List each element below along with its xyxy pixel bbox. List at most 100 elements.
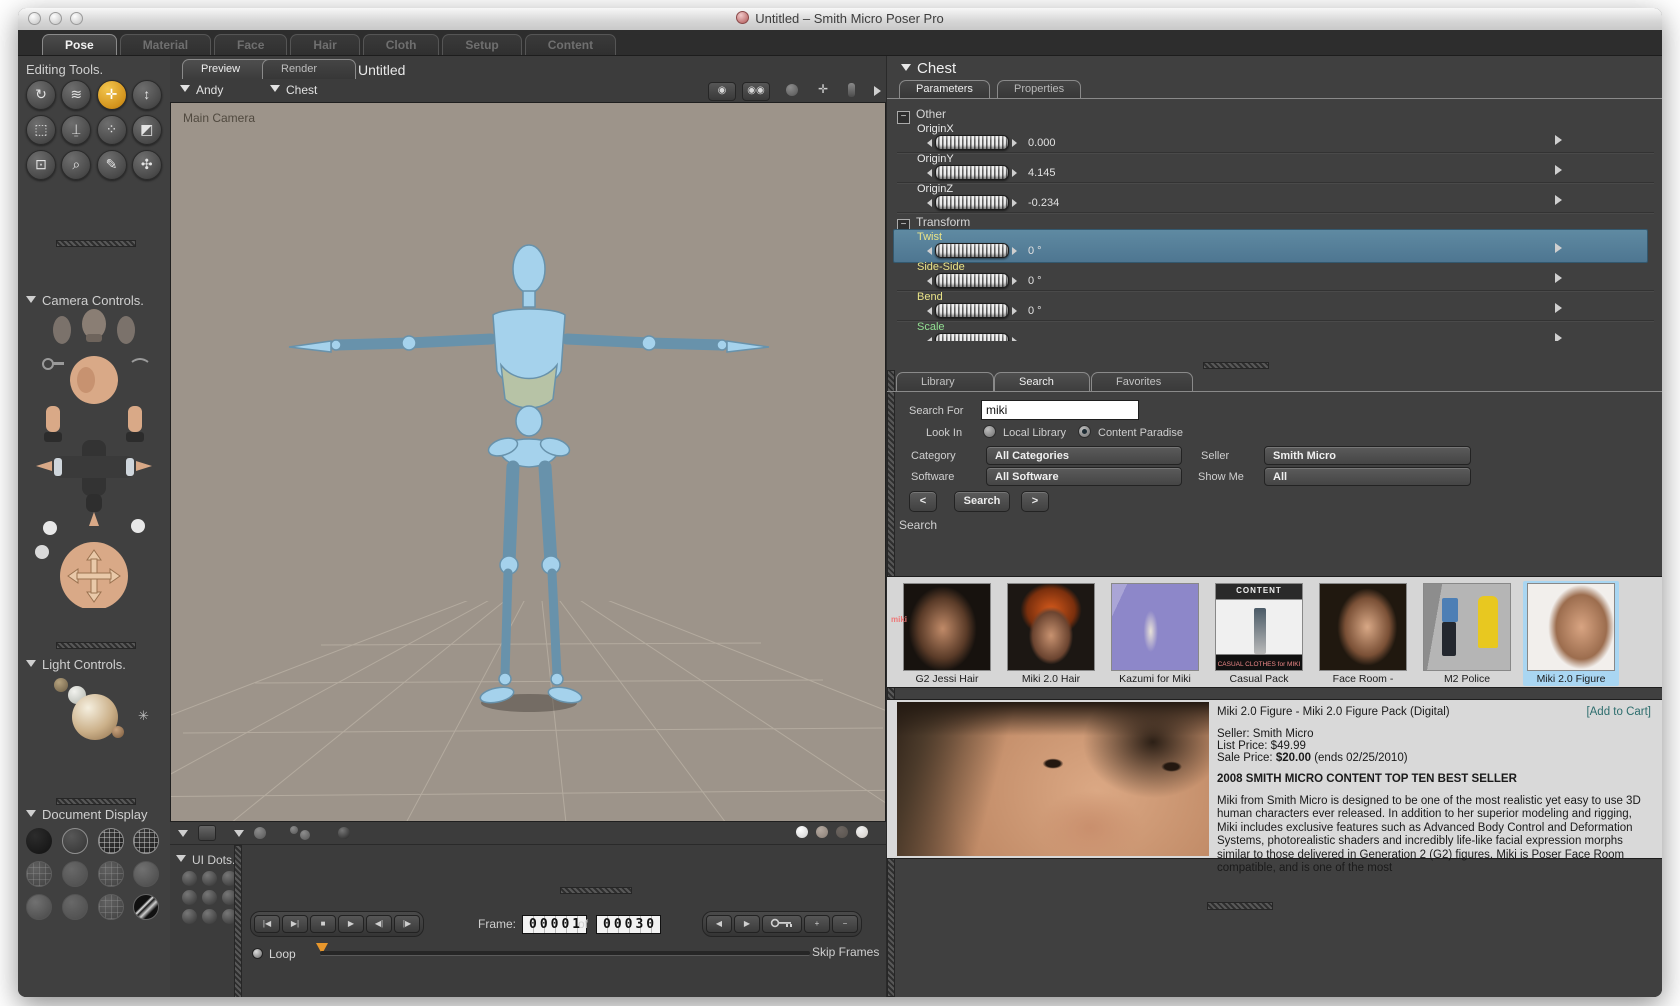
param-menu-arrow-icon[interactable] [1555, 135, 1562, 145]
stop-button[interactable]: ■ [310, 915, 336, 933]
param-menu-arrow-icon[interactable] [1555, 243, 1562, 253]
grouping-tool-button[interactable]: ✎ [96, 150, 127, 180]
result-g2-jessi-hair[interactable]: G2 Jessi Hair [899, 581, 995, 686]
param-menu-arrow-icon[interactable] [1555, 303, 1562, 313]
collapse-triangle-icon[interactable] [26, 660, 36, 667]
tab-face[interactable]: Face [214, 34, 288, 55]
camera-dot-1[interactable] [796, 826, 808, 838]
tab-search[interactable]: Search [994, 372, 1090, 391]
light-ball[interactable] [72, 694, 118, 740]
sun-icon[interactable]: ✳ [138, 708, 149, 724]
step-forward-button[interactable]: |▶ [394, 915, 420, 933]
group-other[interactable]: − Other [897, 107, 946, 124]
direct-manipulation-tool-button[interactable]: ✣ [131, 150, 162, 180]
param-label[interactable]: Side-Side [917, 261, 965, 273]
collapse-box-icon[interactable]: − [897, 111, 910, 124]
tab-content[interactable]: Content [524, 34, 617, 55]
prev-key-button[interactable]: ◀ [706, 915, 732, 933]
multi-ball-icon[interactable] [290, 826, 310, 840]
ui-dot[interactable] [202, 909, 217, 924]
display-lit-wireframe-button[interactable] [26, 861, 52, 887]
light-indicator[interactable] [54, 678, 68, 692]
tab-setup[interactable]: Setup [442, 34, 522, 55]
display-smooth-lined-button[interactable] [61, 894, 88, 920]
light-controls[interactable]: ✳ [50, 668, 160, 740]
timeline-track[interactable] [320, 951, 810, 956]
next-key-button[interactable]: ▶ [734, 915, 760, 933]
tab-hair[interactable]: Hair [290, 34, 360, 55]
figure-capsule-icon[interactable] [848, 83, 855, 97]
collapse-triangle-icon[interactable] [176, 855, 186, 862]
collapse-triangle-icon[interactable] [26, 296, 36, 303]
delete-key-button[interactable]: − [832, 915, 858, 933]
result-casual-pack[interactable]: CONTENT CASUAL CLOTHES for MIKI Casual P… [1211, 581, 1307, 686]
add-key-button[interactable]: + [804, 915, 830, 933]
tab-cloth[interactable]: Cloth [362, 34, 440, 55]
param-menu-arrow-icon[interactable] [1555, 333, 1562, 341]
display-flat-lined-button[interactable] [97, 861, 124, 887]
content-paradise-label[interactable]: Content Paradise [1098, 427, 1183, 439]
param-label[interactable]: OriginY [917, 153, 954, 165]
pane-icon[interactable] [198, 825, 216, 841]
local-library-label[interactable]: Local Library [1003, 427, 1066, 439]
tab-favorites[interactable]: Favorites [1091, 372, 1193, 391]
tab-pose[interactable]: Pose [42, 34, 117, 55]
content-paradise-radio[interactable] [1078, 425, 1091, 438]
actor-header[interactable]: Chest [901, 60, 956, 78]
camera-controls-graphic[interactable] [28, 308, 160, 608]
morph-tool-button[interactable]: ⁘ [96, 115, 127, 145]
param-dial-sideside[interactable]: 0 ° [927, 273, 1042, 288]
camera-dot-3[interactable] [836, 826, 848, 838]
camera-controls[interactable] [28, 308, 160, 608]
display-outline-button[interactable] [61, 828, 88, 854]
translate-pull-tool-button[interactable]: ✛ [96, 80, 127, 110]
search-button[interactable]: Search [954, 491, 1010, 512]
param-menu-arrow-icon[interactable] [1555, 165, 1562, 175]
local-library-radio[interactable] [983, 425, 996, 438]
ui-dot[interactable] [202, 890, 217, 905]
param-dial-originy[interactable]: 4.145 [927, 165, 1056, 180]
tab-render[interactable]: Render [262, 59, 356, 79]
param-label[interactable]: OriginZ [917, 183, 953, 195]
light-indicator[interactable] [112, 726, 124, 738]
display-wireframe-button[interactable] [97, 828, 124, 854]
tab-library[interactable]: Library [896, 372, 994, 391]
camera-dot-2[interactable] [816, 826, 828, 838]
sphere-icon[interactable] [786, 84, 798, 96]
title-bar[interactable]: Untitled – Smith Micro Poser Pro [18, 8, 1662, 31]
display-texture-button[interactable] [133, 894, 160, 920]
add-to-cart-link[interactable]: [Add to Cart] [1586, 706, 1651, 718]
camera-name-label[interactable]: Main Camera [183, 111, 255, 125]
display-flat-shaded-button[interactable] [61, 861, 88, 887]
display-cartoon-button[interactable] [133, 861, 160, 887]
seller-dropdown[interactable]: Smith Micro [1264, 446, 1471, 465]
chain-break-tool-button[interactable]: ⊡ [26, 150, 56, 180]
crosshair-icon[interactable]: ✛ [818, 82, 828, 96]
last-frame-button[interactable]: ▶| [282, 915, 308, 933]
result-kazumi-for-miki[interactable]: Kazumi for Miki [1107, 581, 1203, 686]
param-menu-arrow-icon[interactable] [1555, 273, 1562, 283]
software-dropdown[interactable]: All Software [986, 467, 1182, 486]
dropdown-triangle-icon[interactable] [178, 829, 188, 837]
display-hidden-line-button[interactable] [133, 828, 160, 854]
camera-view-icon[interactable]: ◉ [708, 82, 736, 101]
tab-material[interactable]: Material [119, 34, 212, 55]
key-icon[interactable] [762, 915, 802, 933]
param-label[interactable]: OriginX [917, 123, 954, 135]
panel-divider[interactable] [56, 642, 136, 649]
rotate-tool-button[interactable]: ↻ [26, 80, 56, 110]
twist-tool-button[interactable]: ≋ [61, 80, 92, 110]
param-dial-originz[interactable]: -0.234 [927, 195, 1059, 210]
play-button[interactable]: ▶ [338, 915, 364, 933]
ui-dot[interactable] [182, 871, 197, 886]
ball-icon[interactable] [254, 827, 266, 839]
loop-toggle[interactable]: Loop [252, 947, 296, 961]
ui-dot[interactable] [182, 890, 197, 905]
tab-properties[interactable]: Properties [997, 80, 1082, 98]
color-tool-button[interactable]: ◩ [131, 115, 162, 145]
step-back-button[interactable]: ◀| [366, 915, 392, 933]
ui-dot[interactable] [182, 909, 197, 924]
result-miki-20-figure[interactable]: miki Miki 2.0 Figure [891, 581, 1619, 686]
result-miki-20-hair[interactable]: Miki 2.0 Hair [1003, 581, 1099, 686]
display-silhouette-button[interactable] [26, 828, 52, 854]
